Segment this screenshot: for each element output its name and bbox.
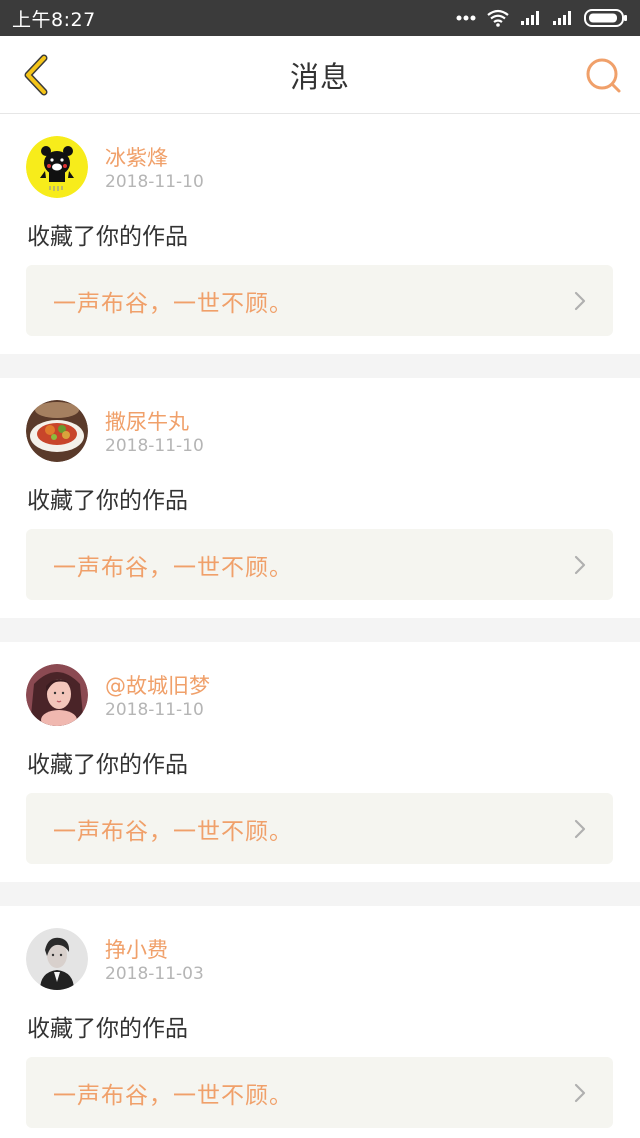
more-dots-icon bbox=[456, 15, 476, 21]
work-title: 一声布谷，一世不顾。 bbox=[53, 290, 293, 317]
avatar[interactable] bbox=[26, 136, 88, 198]
back-button[interactable] bbox=[16, 54, 56, 96]
message-card: 冰紫烽 2018-11-10 收藏了你的作品 一声布谷，一世不顾。 bbox=[0, 114, 640, 354]
username-link[interactable]: 冰紫烽 bbox=[105, 142, 168, 172]
signal-icon bbox=[520, 10, 542, 26]
status-bar: 上午8:27 bbox=[0, 0, 640, 36]
message-list: 冰紫烽 2018-11-10 收藏了你的作品 一声布谷，一世不顾。 撒尿牛丸 2… bbox=[0, 114, 640, 1138]
message-date: 2018-11-03 bbox=[105, 964, 204, 984]
food-avatar-icon bbox=[26, 400, 88, 462]
chevron-right-icon bbox=[574, 1083, 586, 1103]
username-link[interactable]: 挣小费 bbox=[105, 934, 168, 964]
card-divider bbox=[0, 882, 640, 906]
message-action-text: 收藏了你的作品 bbox=[27, 752, 188, 778]
message-action-text: 收藏了你的作品 bbox=[27, 1016, 188, 1042]
avatar[interactable] bbox=[26, 400, 88, 462]
card-divider bbox=[0, 354, 640, 378]
status-time: 上午8:27 bbox=[12, 8, 96, 31]
work-title: 一声布谷，一世不顾。 bbox=[53, 818, 293, 845]
chevron-left-icon bbox=[24, 54, 48, 96]
search-button[interactable] bbox=[584, 56, 624, 96]
message-date: 2018-11-10 bbox=[105, 172, 204, 192]
bear-avatar-icon bbox=[26, 136, 88, 198]
message-card: @故城旧梦 2018-11-10 收藏了你的作品 一声布谷，一世不顾。 bbox=[0, 642, 640, 882]
message-card: 撒尿牛丸 2018-11-10 收藏了你的作品 一声布谷，一世不顾。 bbox=[0, 378, 640, 618]
message-date: 2018-11-10 bbox=[105, 436, 204, 456]
work-link[interactable]: 一声布谷，一世不顾。 bbox=[26, 265, 613, 336]
signal-icon-2 bbox=[552, 10, 574, 26]
avatar[interactable] bbox=[26, 928, 88, 990]
message-action-text: 收藏了你的作品 bbox=[27, 224, 188, 250]
work-link[interactable]: 一声布谷，一世不顾。 bbox=[26, 1057, 613, 1128]
chevron-right-icon bbox=[574, 291, 586, 311]
message-date: 2018-11-10 bbox=[105, 700, 204, 720]
message-card: 挣小费 2018-11-03 收藏了你的作品 一声布谷，一世不顾。 bbox=[0, 906, 640, 1138]
work-link[interactable]: 一声布谷，一世不顾。 bbox=[26, 529, 613, 600]
work-link[interactable]: 一声布谷，一世不顾。 bbox=[26, 793, 613, 864]
username-link[interactable]: 撒尿牛丸 bbox=[105, 406, 189, 436]
header-bar: 消息 bbox=[0, 36, 640, 114]
man-avatar-icon bbox=[26, 928, 88, 990]
work-title: 一声布谷，一世不顾。 bbox=[53, 554, 293, 581]
work-title: 一声布谷，一世不顾。 bbox=[53, 1082, 293, 1109]
username-link[interactable]: @故城旧梦 bbox=[105, 670, 210, 700]
message-action-text: 收藏了你的作品 bbox=[27, 488, 188, 514]
search-icon bbox=[586, 58, 621, 93]
avatar[interactable] bbox=[26, 664, 88, 726]
page-title: 消息 bbox=[289, 59, 350, 94]
chevron-right-icon bbox=[574, 555, 586, 575]
girl-avatar-icon bbox=[26, 664, 88, 726]
chevron-right-icon bbox=[574, 819, 586, 839]
status-icons bbox=[456, 9, 628, 27]
wifi-icon bbox=[486, 9, 510, 27]
card-divider bbox=[0, 618, 640, 642]
battery-icon bbox=[584, 9, 628, 27]
